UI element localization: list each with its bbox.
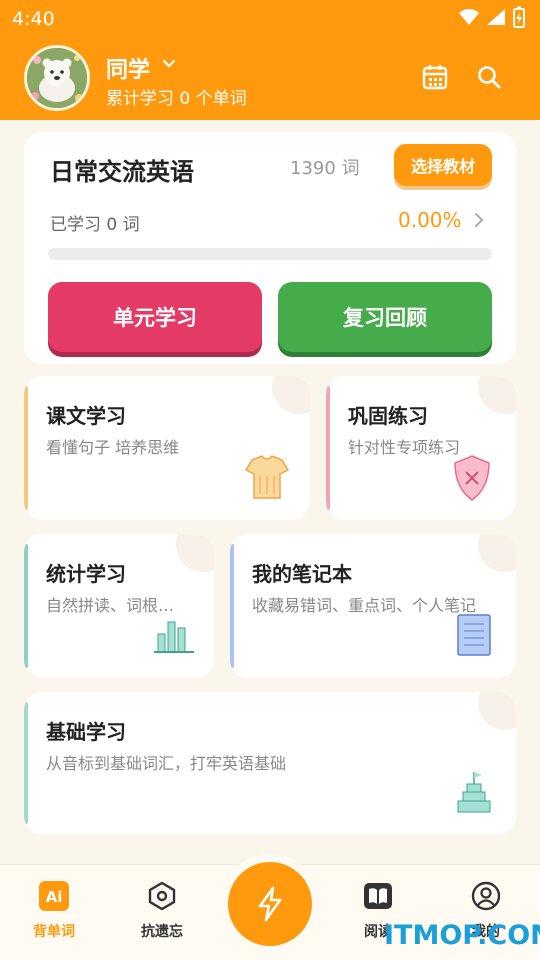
card-decoration — [478, 376, 516, 414]
basics-study-card[interactable]: 基础学习 从音标到基础词汇，打牢英语基础 — [24, 692, 516, 834]
nav-item-words[interactable]: Ai 背单词 — [14, 881, 94, 941]
nav-label: 抗遗忘 — [141, 924, 183, 940]
unit-study-button[interactable]: 单元学习 — [48, 282, 262, 352]
lightning-icon — [258, 886, 282, 922]
textbook-card: 日常交流英语 1390 词 选择教材 已学习 0 词 0.00% 单元学习 复习… — [24, 132, 516, 364]
wifi-icon — [459, 9, 479, 25]
choose-textbook-button[interactable]: 选择教材 — [394, 144, 492, 186]
search-icon[interactable] — [476, 64, 502, 90]
chevron-down-icon[interactable] — [160, 54, 178, 72]
notebook-icon — [457, 614, 491, 656]
card-subtitle: 从音标到基础词汇，打牢英语基础 — [46, 754, 287, 773]
card-decoration — [478, 692, 516, 730]
status-time: 4:40 — [12, 8, 55, 30]
cumulative-words: 累计学习 0 个单词 — [106, 89, 247, 109]
status-icons — [458, 6, 526, 28]
stacked-blocks-icon — [457, 772, 491, 813]
card-subtitle: 收藏易错词、重点词、个人笔记 — [252, 596, 477, 615]
svg-text:Ai: Ai — [46, 888, 63, 906]
ai-icon: Ai — [39, 881, 69, 911]
user-name[interactable]: 同学 — [106, 52, 150, 84]
profile-icon — [471, 881, 501, 911]
watermark: ITMOP.COM — [384, 920, 540, 951]
textbook-title: 日常交流英语 — [50, 158, 194, 186]
nav-item-anti-forget[interactable]: 抗遗忘 — [122, 881, 202, 941]
card-accent — [230, 544, 234, 668]
text-study-card[interactable]: 课文学习 看懂句子 培养思维 — [24, 376, 310, 520]
bar-chart-icon — [154, 621, 194, 653]
word-count: 1390 词 — [290, 158, 360, 179]
center-quick-button[interactable] — [228, 862, 312, 946]
learned-count: 已学习 0 词 — [50, 215, 140, 235]
app-header: 4:40 同学 累计学习 0 个单词 — [0, 0, 540, 120]
card-decoration — [478, 534, 516, 572]
polar-bear-avatar-icon — [27, 48, 87, 108]
avatar[interactable] — [24, 45, 90, 111]
shield-icon — [454, 455, 490, 501]
signal-icon — [487, 9, 505, 25]
progress-bar — [48, 248, 492, 260]
shirt-icon — [244, 455, 290, 499]
calendar-icon[interactable] — [422, 64, 448, 90]
card-accent — [24, 702, 28, 824]
chevron-right-icon[interactable] — [472, 212, 486, 228]
card-accent — [326, 386, 330, 510]
card-subtitle: 针对性专项练习 — [348, 438, 461, 457]
book-icon — [364, 883, 392, 909]
card-title: 我的笔记本 — [252, 562, 352, 586]
review-button[interactable]: 复习回顾 — [278, 282, 492, 352]
nav-label: 背单词 — [33, 924, 75, 940]
practice-card[interactable]: 巩固练习 针对性专项练习 — [326, 376, 516, 520]
card-title: 基础学习 — [46, 720, 126, 744]
card-title: 巩固练习 — [348, 404, 428, 428]
notebook-card[interactable]: 我的笔记本 收藏易错词、重点词、个人笔记 — [230, 534, 516, 678]
card-decoration — [176, 534, 214, 572]
battery-icon — [513, 6, 525, 28]
card-decoration — [272, 376, 310, 414]
progress-percent[interactable]: 0.00% — [398, 208, 462, 232]
card-title: 统计学习 — [46, 562, 126, 586]
card-subtitle: 看懂句子 培养思维 — [46, 438, 180, 457]
card-subtitle: 自然拼读、词根… — [46, 596, 175, 615]
card-title: 课文学习 — [46, 404, 126, 428]
card-accent — [24, 544, 28, 668]
stats-study-card[interactable]: 统计学习 自然拼读、词根… — [24, 534, 214, 678]
card-accent — [24, 386, 28, 510]
hexagon-icon — [148, 881, 176, 911]
